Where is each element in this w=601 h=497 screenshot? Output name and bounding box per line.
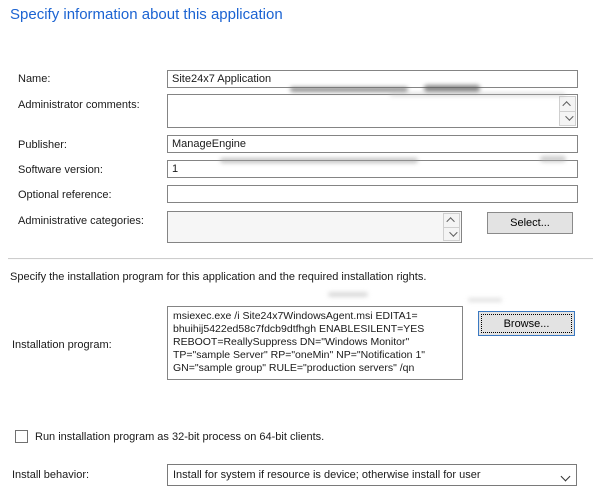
scroll-down-button[interactable] xyxy=(559,112,576,127)
publisher-input[interactable] xyxy=(167,135,578,153)
scroll-up-button[interactable] xyxy=(559,96,576,112)
redaction-smudge xyxy=(540,156,566,162)
install-section-description: Specify the installation program for thi… xyxy=(10,271,426,283)
browse-button[interactable]: Browse... xyxy=(478,311,575,336)
scroll-down-button[interactable] xyxy=(443,228,460,242)
run-32bit-checkbox[interactable] xyxy=(15,430,28,443)
redaction-smudge xyxy=(290,87,408,92)
name-label: Name: xyxy=(18,73,50,85)
admin-comments-input[interactable] xyxy=(167,94,578,128)
install-behavior-dropdown[interactable]: Install for system if resource is device… xyxy=(167,464,577,486)
admin-categories-scrollbar xyxy=(443,213,460,241)
admin-categories-label: Administrative categories: xyxy=(18,215,144,227)
admin-comments-label: Administrator comments: xyxy=(18,99,140,111)
optional-reference-input[interactable] xyxy=(167,185,578,203)
chevron-down-icon xyxy=(449,228,457,236)
installation-program-label: Installation program: xyxy=(12,339,112,351)
dropdown-chevron-icon xyxy=(561,472,571,482)
section-divider xyxy=(8,258,593,260)
admin-comments-scrollbar xyxy=(559,96,576,126)
redaction-smudge xyxy=(390,93,565,96)
select-button[interactable]: Select... xyxy=(487,212,573,234)
optional-reference-label: Optional reference: xyxy=(18,189,112,201)
application-info-page: Specify information about this applicati… xyxy=(0,0,601,497)
install-behavior-label: Install behavior: xyxy=(12,469,89,481)
run-32bit-checkbox-label[interactable]: Run installation program as 32-bit proce… xyxy=(35,431,324,443)
installation-program-input[interactable]: msiexec.exe /i Site24x7WindowsAgent.msi … xyxy=(167,306,463,380)
software-version-label: Software version: xyxy=(18,164,103,176)
name-input[interactable] xyxy=(167,70,578,88)
chevron-down-icon xyxy=(565,113,573,121)
redaction-smudge xyxy=(468,298,502,302)
install-behavior-value: Install for system if resource is device… xyxy=(173,469,481,481)
publisher-label: Publisher: xyxy=(18,139,67,151)
chevron-up-icon xyxy=(446,217,454,225)
redaction-smudge xyxy=(424,85,480,92)
redaction-smudge xyxy=(328,292,368,297)
chevron-up-icon xyxy=(562,101,570,109)
scroll-up-button[interactable] xyxy=(443,213,460,228)
redaction-smudge xyxy=(220,158,418,163)
page-title: Specify information about this applicati… xyxy=(10,6,283,23)
admin-categories-box xyxy=(167,211,462,243)
